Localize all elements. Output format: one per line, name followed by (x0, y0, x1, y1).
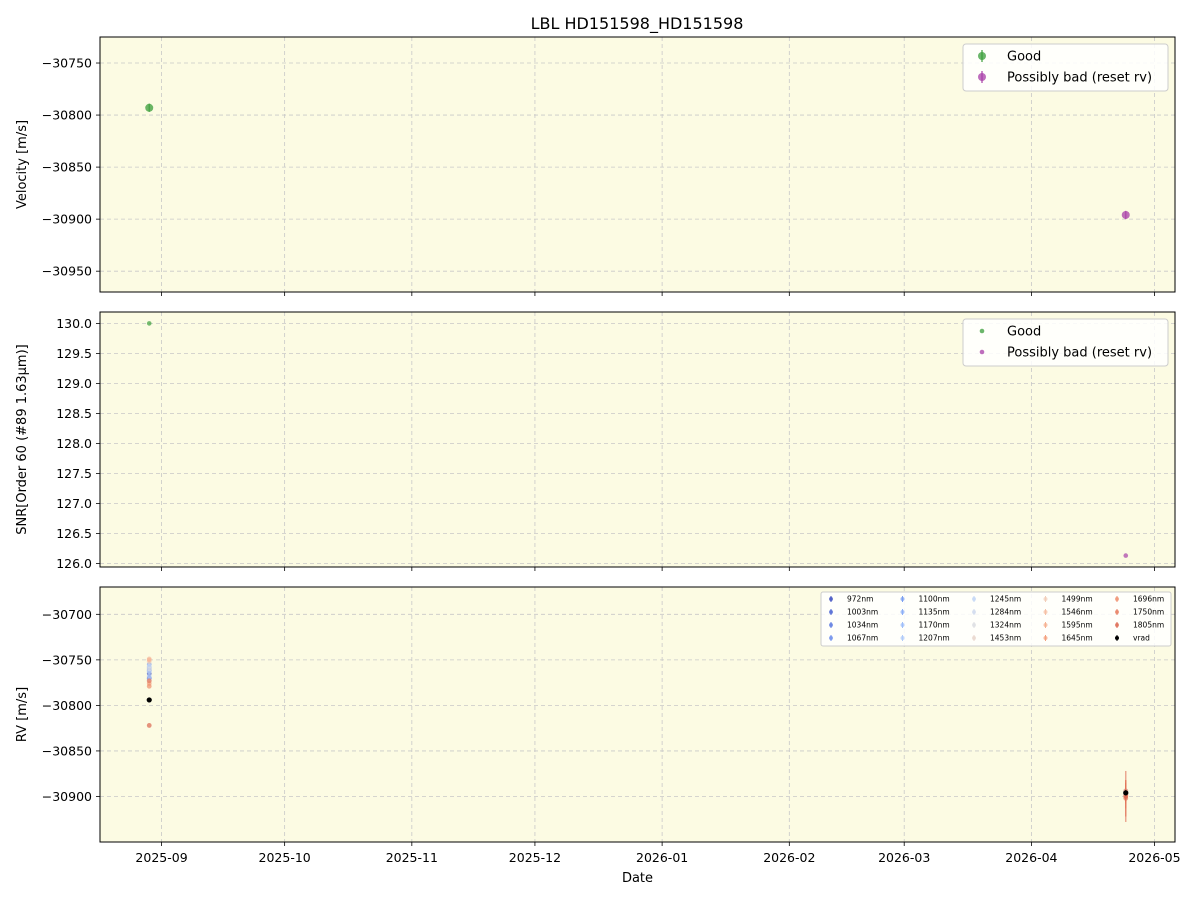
legend-marker (972, 610, 976, 614)
y-tick-label: 126.5 (56, 526, 92, 541)
y-tick-label: 129.5 (56, 346, 92, 361)
data-point (1123, 553, 1129, 558)
data-point (146, 697, 152, 703)
legend-marker (972, 623, 976, 627)
legend-label: 1595nm (1062, 621, 1093, 630)
panel-2: 126.0 126.5 127.0 127.5 128.0 128.5 129.0 129.5… (15, 311, 1176, 571)
y-tick-label: −30850 (42, 160, 92, 175)
legend-label: 1324nm (990, 621, 1021, 630)
legend-marker (979, 349, 985, 355)
legend-label: Good (1007, 50, 1041, 65)
legend-marker (900, 623, 905, 627)
legend-label: 1100nm (919, 595, 950, 604)
legend-label: 972nm (847, 595, 873, 604)
legend-marker (1043, 636, 1048, 640)
legend-marker (900, 610, 905, 614)
legend-marker (1115, 610, 1119, 614)
legend-marker (829, 597, 833, 601)
x-tick-label: 2025-11 (386, 850, 438, 865)
legend-label: 1207nm (919, 634, 950, 643)
y-tick-label: 127.5 (56, 466, 92, 481)
y-tick-label: 127.0 (56, 496, 92, 511)
legend-marker (972, 636, 976, 640)
legend-marker (1115, 623, 1119, 627)
legend-label: 1546nm (1062, 608, 1093, 617)
legend-label: 1750nm (1133, 608, 1164, 617)
x-tick-label: 2026-05 (1128, 850, 1180, 865)
y-axis-title: Velocity [m/s] (15, 120, 30, 209)
legend-label: Good (1007, 325, 1041, 340)
legend-label: 1135nm (919, 608, 950, 617)
y-tick-label: −30850 (42, 743, 92, 758)
legend-label: 1067nm (847, 634, 878, 643)
legend-label: 1499nm (1062, 595, 1093, 604)
y-tick-label: −30800 (42, 698, 92, 713)
x-axis-title: Date (622, 871, 653, 886)
legend-marker (978, 73, 986, 81)
legend-label: 1003nm (847, 608, 878, 617)
legend-label: 1245nm (990, 595, 1021, 604)
y-tick-label: 126.0 (56, 556, 92, 571)
data-point (146, 678, 152, 684)
legend-label: Possibly bad (reset rv) (1007, 346, 1152, 361)
legend-label: vrad (1133, 634, 1150, 643)
legend-label: 1696nm (1133, 595, 1164, 604)
x-tick-label: 2025-09 (135, 850, 187, 865)
y-tick-label: 130.0 (56, 316, 92, 331)
x-tick-label: 2026-03 (878, 850, 930, 865)
y-tick-label: −30750 (42, 652, 92, 667)
legend-marker (978, 52, 986, 60)
x-tick-label: 2025-10 (259, 850, 311, 865)
legend-marker (1115, 597, 1119, 601)
x-tick-label: 2026-02 (763, 850, 815, 865)
data-point (146, 683, 152, 689)
data-point (146, 723, 152, 728)
legend-label: 1805nm (1133, 621, 1164, 630)
legend-label: 1284nm (990, 608, 1021, 617)
y-tick-label: −30900 (42, 212, 92, 227)
legend-marker (1043, 610, 1048, 614)
chart-title: LBL HD151598_HD151598 (531, 14, 744, 34)
legend-marker (900, 636, 905, 640)
data-point (1123, 790, 1129, 796)
panel-1: −30750 −30800 −30850 −30900 −30950 Velocity [… (15, 36, 1176, 296)
legend-marker (972, 597, 976, 601)
legend-marker (900, 597, 905, 601)
data-point (145, 103, 154, 112)
figure: LBL HD151598_HD151598 −30750 −30800 −30850… (15, 14, 1181, 886)
legend-label: 1034nm (847, 621, 878, 630)
y-axis-title: RV [m/s] (15, 687, 30, 742)
y-tick-label: 128.5 (56, 406, 92, 421)
panels: −30750 −30800 −30850 −30900 −30950 Velocity [… (15, 36, 1181, 886)
legend-label: Possibly bad (reset rv) (1007, 71, 1152, 86)
y-axis-title: SNR[Order 60 (#89 1.63μm)] (15, 344, 30, 535)
y-tick-label: −30700 (42, 607, 92, 622)
data-point (146, 673, 152, 679)
legend-marker (1043, 623, 1048, 627)
legend-marker (1043, 597, 1048, 601)
panel-3: 2025-09 2025-10 2025-11 2025-12 2026-01 2026-… (15, 586, 1181, 886)
legend-marker (829, 623, 833, 627)
y-tick-label: 129.0 (56, 376, 92, 391)
legend-marker (829, 636, 833, 640)
y-tick-label: −30750 (42, 56, 92, 71)
data-point (146, 666, 152, 672)
x-tick-label: 2026-04 (1005, 850, 1057, 865)
y-tick-label: 128.0 (56, 436, 92, 451)
x-tick-label: 2025-12 (509, 850, 561, 865)
data-point (1121, 210, 1130, 219)
y-tick-label: −30950 (42, 264, 92, 279)
legend-marker (979, 328, 985, 334)
legend-marker (829, 610, 833, 614)
y-tick-label: −30800 (42, 108, 92, 123)
legend-label: 1170nm (919, 621, 950, 630)
legend-label: 1453nm (990, 634, 1021, 643)
y-tick-label: −30900 (42, 789, 92, 804)
x-tick-label: 2026-01 (636, 850, 688, 865)
data-point (146, 657, 152, 663)
legend-label: 1645nm (1062, 634, 1093, 643)
legend-marker (1115, 636, 1119, 640)
data-point (146, 321, 152, 326)
